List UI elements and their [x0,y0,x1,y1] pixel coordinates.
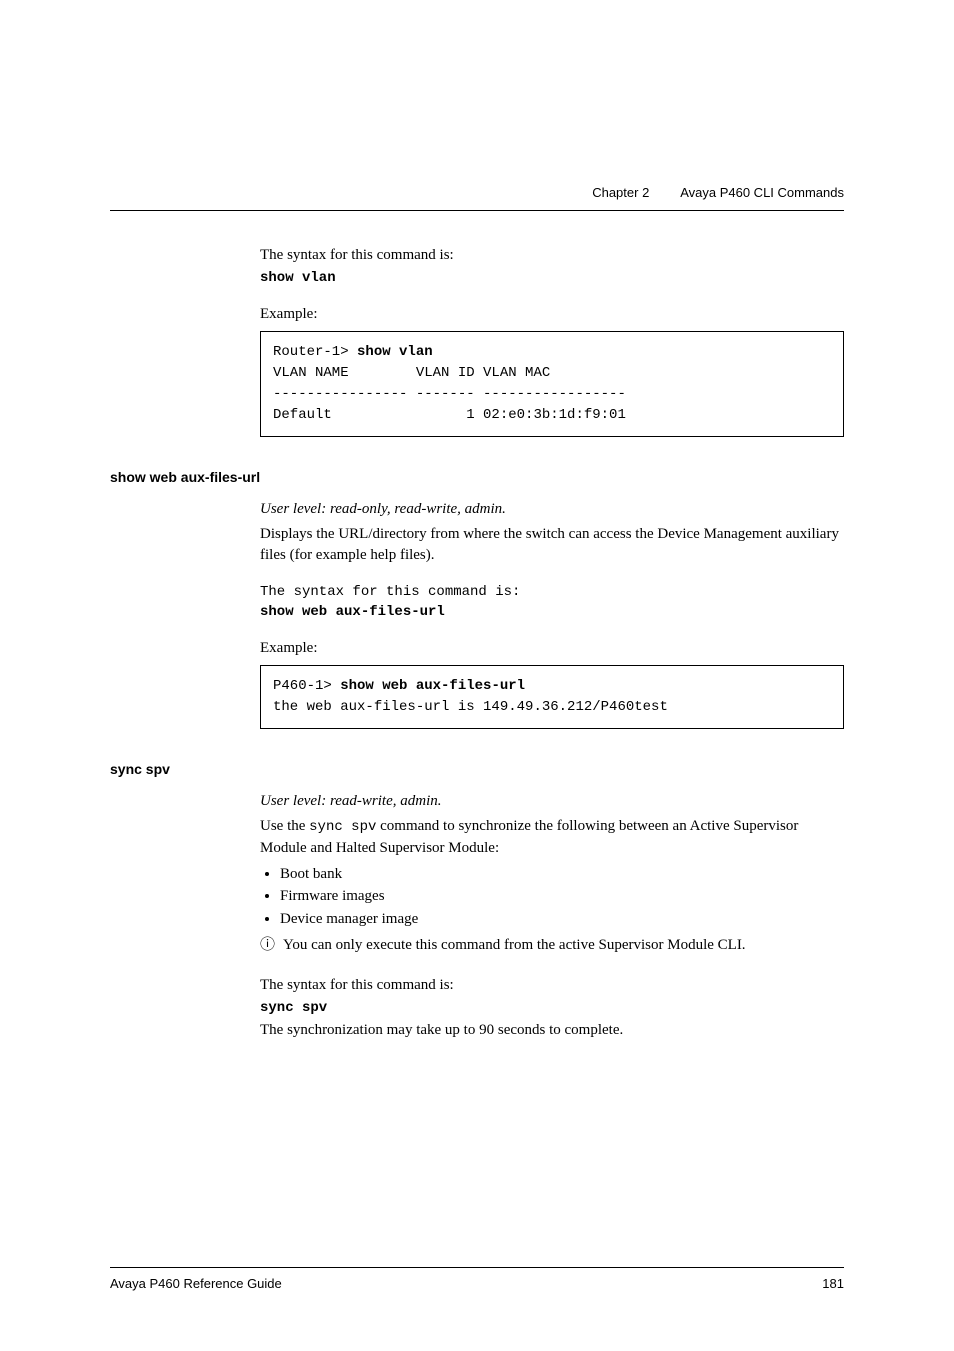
section2-syntax-label: The syntax for this command is: [260,584,844,600]
info-icon: ⓘ [260,937,275,953]
syntax-command: show vlan [260,270,844,286]
header-chapter: Chapter 2 [592,185,649,200]
example-box-1: Router-1> show vlan VLAN NAME VLAN ID VL… [260,331,844,437]
example2-prompt: P460-1> [273,678,340,694]
example2-line2: the web aux-files-url is 149.49.36.212/P… [273,699,668,715]
userlevel-2: User level: read-only, read-write, admin… [260,499,844,520]
bullet-item: Firmware images [280,885,844,908]
header-rule [110,210,844,211]
example1-prompt: Router-1> [273,344,357,360]
info-note-text: You can only execute this command from t… [283,937,746,953]
example-box-2: P460-1> show web aux-files-url the web a… [260,665,844,729]
info-note-line: ⓘ You can only execute this command from … [260,934,844,957]
userlevel-3: User level: read-write, admin. [260,791,844,812]
example-label: Example: [260,304,844,325]
bullet-list: Boot bank Firmware images Device manager… [260,863,844,931]
section3-desc-pre: Use the [260,818,309,834]
footer-doc: Avaya P460 Reference Guide [110,1276,282,1291]
section-heading-show-web: show web aux-files-url [110,469,844,485]
section2-desc: Displays the URL/directory from where th… [260,524,844,566]
header-title: Avaya P460 CLI Commands [680,185,844,200]
page-footer: Avaya P460 Reference Guide 181 [110,1267,844,1291]
example1-cmd: show vlan [357,344,433,360]
section3-desc-cmd: sync spv [309,819,376,835]
syntax-label: The syntax for this command is: [260,245,844,266]
section3-note: The synchronization may take up to 90 se… [260,1020,844,1041]
bullet-item: Device manager image [280,908,844,931]
example1-line2: VLAN NAME VLAN ID VLAN MAC [273,365,550,381]
section3-syntax-label: The syntax for this command is: [260,975,844,996]
section2-syntax-cmd: show web aux-files-url [260,604,844,620]
example1-line4: Default 1 02:e0:3b:1d:f9:01 [273,407,626,423]
section3-desc: Use the sync spv command to synchronize … [260,816,844,859]
bullet-item: Boot bank [280,863,844,886]
section3-syntax-cmd: sync spv [260,1000,844,1016]
section-heading-sync-spv: sync spv [110,761,844,777]
example1-line3: ---------------- ------- ---------------… [273,386,626,402]
example2-cmd: show web aux-files-url [340,678,525,694]
footer-page: 181 [822,1276,844,1291]
page-header: Chapter 2 Avaya P460 CLI Commands [592,185,844,200]
section2-example-label: Example: [260,638,844,659]
